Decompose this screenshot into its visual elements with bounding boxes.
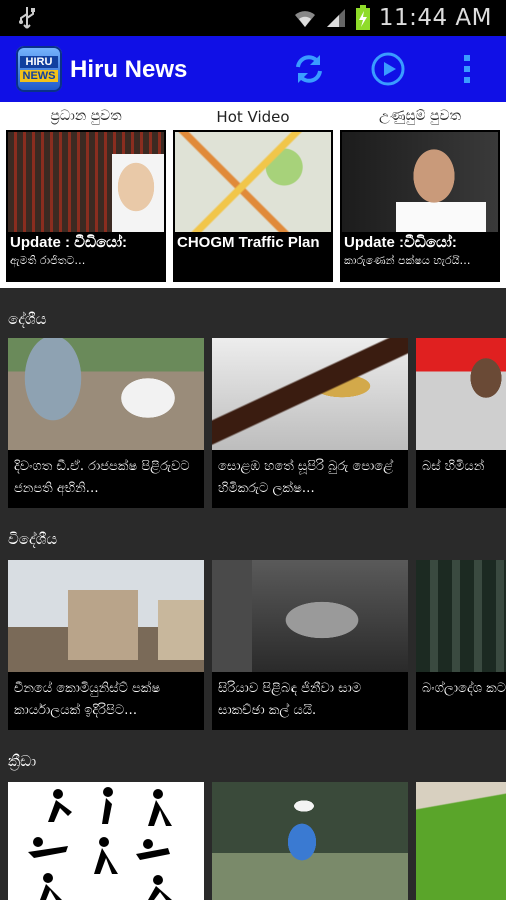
usb-icon — [19, 7, 35, 29]
news-tile-foreign-3[interactable]: බංග්ලාදේශ කට මරණ දඬ — [416, 560, 506, 730]
news-image-foreign-1 — [8, 560, 204, 672]
section-title-local: දේශීය — [8, 310, 47, 328]
news-image-sports-2 — [212, 782, 408, 900]
news-image-sports-3 — [416, 782, 506, 900]
news-image-local-2 — [212, 338, 408, 450]
news-image-local-1 — [8, 338, 204, 450]
news-image-local-3 — [416, 338, 506, 450]
refresh-icon — [296, 55, 322, 83]
signal-icon — [326, 9, 345, 27]
logo-text-top: HIRU — [20, 56, 58, 68]
logo-text-bottom: NEWS — [20, 70, 58, 82]
news-caption-foreign-1: චීනයේ කොමියුනිස්ට් පක්ෂ කාර්යාලයක් ඉදිරි… — [14, 681, 161, 718]
app-title: Hiru News — [70, 56, 188, 83]
tab-main-news[interactable]: ප්‍රධාන පුවත — [6, 108, 166, 124]
news-tile-local-3[interactable]: බස් හිමියන් — [416, 338, 506, 508]
refresh-button[interactable] — [290, 50, 328, 88]
featured-subtitle-3: කාරුණෙන් පක්ෂය හැරයි… — [344, 254, 471, 267]
featured-title-1: Update : වීඩියෝ: — [10, 234, 127, 251]
news-caption-local-1: දිවංගත ඩී.ඒ. රාජපක්ෂ පිළිරුවට ජනපති අභින… — [14, 459, 190, 496]
featured-title-2: CHOGM Traffic Plan — [177, 234, 320, 251]
news-caption-local-3: බස් හිමියන් — [422, 459, 485, 474]
battery-icon — [355, 5, 370, 30]
tab-hot-video[interactable]: Hot Video — [173, 108, 333, 126]
news-tile-foreign-2[interactable]: සිරියාව පිළිබඳ ජිනීවා සාම සාකච්ඡා කල් යය… — [212, 560, 408, 730]
featured-subtitle-1: ඇමති රාජිතට… — [10, 254, 86, 267]
featured-card-1[interactable]: Update : වීඩියෝ: ඇමති රාජිතට… — [6, 130, 166, 282]
news-tile-sports-1[interactable] — [8, 782, 204, 900]
news-tile-local-1[interactable]: දිවංගත ඩී.ඒ. රාජපක්ෂ පිළිරුවට ජනපති අභින… — [8, 338, 204, 508]
news-image-sports-1 — [8, 782, 204, 900]
clock: 11:44 AM — [378, 5, 492, 31]
section-title-foreign: විදේශීය — [8, 530, 58, 548]
section-title-sports: ක්‍රීඩා — [8, 752, 37, 770]
overflow-menu-button[interactable] — [448, 50, 486, 88]
news-tile-local-2[interactable]: සොළඹ හතේ සූපිරි බුරු පොළේ හිමිකරුට ලක්ෂ… — [212, 338, 408, 508]
featured-image-2 — [175, 132, 331, 232]
featured-card-2[interactable]: CHOGM Traffic Plan — [173, 130, 333, 282]
news-tile-foreign-1[interactable]: චීනයේ කොමියුනිස්ට් පක්ෂ කාර්යාලයක් ඉදිරි… — [8, 560, 204, 730]
tab-hot-news[interactable]: උණුසුම් පුවත — [340, 108, 500, 124]
wifi-icon — [294, 11, 315, 27]
featured-title-3: Update :වීඩියෝ: — [344, 234, 457, 251]
featured-image-3 — [342, 132, 498, 232]
featured-card-3[interactable]: Update :වීඩියෝ: කාරුණෙන් පක්ෂය හැරයි… — [340, 130, 500, 282]
sports-silhouettes-icon — [28, 787, 172, 900]
app-logo[interactable]: HIRU NEWS — [16, 46, 62, 92]
play-button[interactable] — [369, 50, 407, 88]
news-caption-local-2: සොළඹ හතේ සූපිරි බුරු පොළේ හිමිකරුට ලක්ෂ… — [218, 459, 394, 496]
play-icon — [371, 52, 405, 86]
status-bar: 11:44 AM — [0, 0, 506, 36]
news-image-foreign-3 — [416, 560, 506, 672]
news-caption-foreign-2: සිරියාව පිළිබඳ ජිනීවා සාම සාකච්ඡා කල් යය… — [218, 681, 362, 718]
news-tile-sports-2[interactable] — [212, 782, 408, 900]
news-caption-foreign-3: බංග්ලාදේශ කට මරණ දඬ — [422, 681, 506, 696]
news-tile-sports-3[interactable] — [416, 782, 506, 900]
featured-image-1 — [8, 132, 164, 232]
more-vertical-icon — [464, 55, 470, 83]
news-image-foreign-2 — [212, 560, 408, 672]
